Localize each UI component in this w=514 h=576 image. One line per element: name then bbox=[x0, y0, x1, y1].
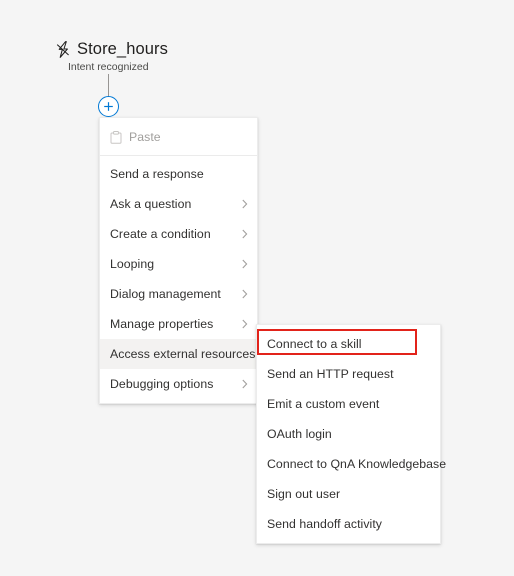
menu-item-label: Connect to QnA Knowledgebase bbox=[267, 457, 447, 471]
chevron-right-icon bbox=[242, 319, 248, 329]
menu-item-label: Emit a custom event bbox=[267, 397, 380, 411]
menu-item-label: Dialog management bbox=[110, 287, 221, 301]
menu-item-paste[interactable]: Paste bbox=[100, 122, 257, 152]
chevron-right-icon bbox=[242, 379, 248, 389]
context-menu: Paste Send a response Ask a question Cre… bbox=[99, 117, 268, 404]
chevron-right-icon bbox=[242, 289, 248, 299]
node-subtitle: Intent recognized bbox=[68, 61, 149, 73]
menu-item-label: Looping bbox=[110, 257, 155, 271]
submenu-access-external-resources: Connect to a skill Send an HTTP request … bbox=[256, 324, 446, 544]
lightning-bolt-icon bbox=[56, 40, 69, 58]
menu-item-label: Send handoff activity bbox=[267, 517, 382, 531]
menu-item-debugging-options[interactable]: Debugging options bbox=[100, 369, 257, 399]
dialog-node-header: Store_hours Intent recognized bbox=[56, 40, 276, 74]
menu-item-label: Paste bbox=[129, 130, 161, 144]
menu-item-label: Create a condition bbox=[110, 227, 211, 241]
plus-icon bbox=[104, 102, 113, 111]
menu-item-ask-a-question[interactable]: Ask a question bbox=[100, 189, 257, 219]
menu-item-label: Manage properties bbox=[110, 317, 214, 331]
submenu-item-send-an-http-request[interactable]: Send an HTTP request bbox=[257, 359, 440, 389]
submenu-item-oauth-login[interactable]: OAuth login bbox=[257, 419, 440, 449]
menu-item-label: Ask a question bbox=[110, 197, 192, 211]
submenu-item-connect-to-a-skill[interactable]: Connect to a skill bbox=[257, 329, 440, 359]
menu-item-label: OAuth login bbox=[267, 427, 332, 441]
submenu-item-send-handoff-activity[interactable]: Send handoff activity bbox=[257, 509, 440, 539]
menu-item-label: Send a response bbox=[110, 167, 204, 181]
clipboard-icon bbox=[110, 130, 122, 144]
submenu-item-sign-out-user[interactable]: Sign out user bbox=[257, 479, 440, 509]
node-title-row: Store_hours bbox=[56, 40, 276, 58]
chevron-right-icon bbox=[242, 259, 248, 269]
menu-item-access-external-resources[interactable]: Access external resources bbox=[100, 339, 268, 369]
menu-item-looping[interactable]: Looping bbox=[100, 249, 257, 279]
menu-item-label: Debugging options bbox=[110, 377, 214, 391]
menu-item-dialog-management[interactable]: Dialog management bbox=[100, 279, 257, 309]
menu-item-label: Access external resources bbox=[110, 347, 256, 361]
add-node-button[interactable] bbox=[98, 96, 119, 117]
chevron-right-icon bbox=[242, 229, 248, 239]
menu-item-label: Send an HTTP request bbox=[267, 367, 394, 381]
chevron-right-icon bbox=[242, 199, 248, 209]
menu-item-send-a-response[interactable]: Send a response bbox=[100, 159, 257, 189]
menu-item-label: Connect to a skill bbox=[267, 337, 362, 351]
page-title: Store_hours bbox=[77, 40, 168, 58]
menu-item-create-a-condition[interactable]: Create a condition bbox=[100, 219, 257, 249]
menu-item-label: Sign out user bbox=[267, 487, 341, 501]
menu-separator bbox=[100, 155, 257, 156]
submenu-item-emit-a-custom-event[interactable]: Emit a custom event bbox=[257, 389, 440, 419]
menu-item-manage-properties[interactable]: Manage properties bbox=[100, 309, 257, 339]
submenu-item-connect-to-qna-knowledgebase[interactable]: Connect to QnA Knowledgebase bbox=[257, 449, 446, 479]
